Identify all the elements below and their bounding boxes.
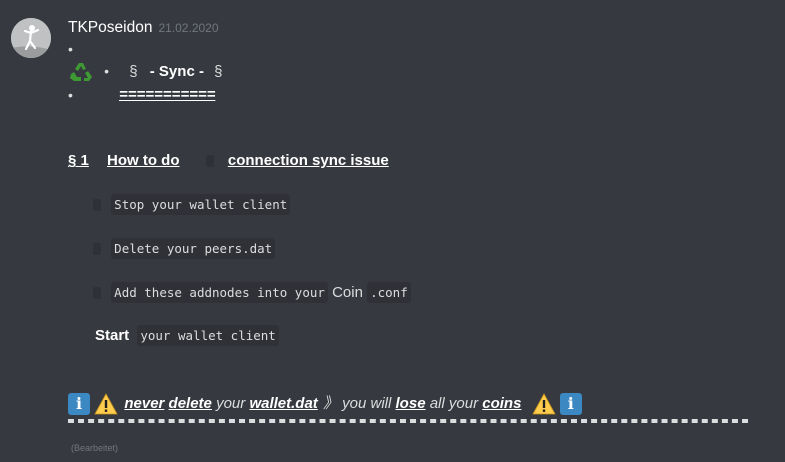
- message-header: TKPoseidon 21.02.2020: [68, 19, 219, 37]
- lose-text: lose: [395, 395, 426, 412]
- warning-line: i never delete your wallet.dat 》 you wil…: [68, 392, 582, 416]
- section-heading: § 1 How to do connection sync issue: [68, 152, 389, 169]
- section-mark: §: [129, 62, 138, 80]
- avatar-figure-icon: [11, 18, 51, 58]
- info-icon: i: [68, 393, 90, 416]
- warning-icon: [94, 393, 118, 415]
- coins-text: coins: [482, 395, 522, 412]
- issue-text: connection sync issue: [227, 152, 389, 169]
- all-your-text: all your: [429, 395, 479, 412]
- edited-label: (Bearbeitet): [71, 443, 119, 453]
- recycle-icon: [70, 63, 92, 81]
- step-3-code: Add these addnodes into your: [111, 282, 328, 303]
- dashed-divider: [68, 419, 748, 423]
- step-3: Add these addnodes into your Coin .conf: [93, 282, 411, 303]
- step-4: Start your wallet client: [95, 325, 279, 346]
- your-text: your: [216, 395, 246, 412]
- step-4-start: Start: [95, 327, 130, 344]
- wallet-dat-text: wallet.dat: [249, 395, 318, 412]
- code-placeholder: [93, 199, 101, 212]
- step-2: Delete your peers.dat: [93, 238, 276, 259]
- avatar[interactable]: [11, 18, 51, 58]
- equals-line: ===========: [119, 86, 216, 103]
- step-2-code: Delete your peers.dat: [111, 238, 276, 259]
- never-text: never: [124, 395, 165, 412]
- sync-title: - Sync -: [149, 62, 204, 80]
- step-3-code-tail: .conf: [367, 282, 411, 303]
- step-1: Stop your wallet client: [93, 194, 291, 215]
- you-will-text: you will: [342, 395, 392, 412]
- delete-text: delete: [168, 395, 212, 412]
- bullet: •: [104, 62, 110, 79]
- section-mark: §: [214, 62, 223, 80]
- info-icon: i: [559, 393, 582, 416]
- bullet: •: [68, 87, 73, 103]
- arrow-icon: 》: [322, 395, 338, 412]
- timestamp[interactable]: 21.02.2020: [158, 21, 218, 35]
- warning-icon: [531, 393, 556, 415]
- section-number: § 1: [68, 152, 89, 169]
- code-placeholder: [93, 287, 101, 300]
- username[interactable]: TKPoseidon: [68, 19, 152, 36]
- code-placeholder: [93, 243, 101, 256]
- how-to-link: How to do: [107, 152, 180, 169]
- coin-text: Coin: [332, 284, 363, 301]
- step-4-code: your wallet client: [137, 325, 279, 346]
- code-placeholder: [205, 155, 214, 168]
- step-1-code: Stop your wallet client: [111, 194, 291, 215]
- title-line: • § - Sync - §: [68, 61, 222, 83]
- bullet: •: [68, 41, 73, 57]
